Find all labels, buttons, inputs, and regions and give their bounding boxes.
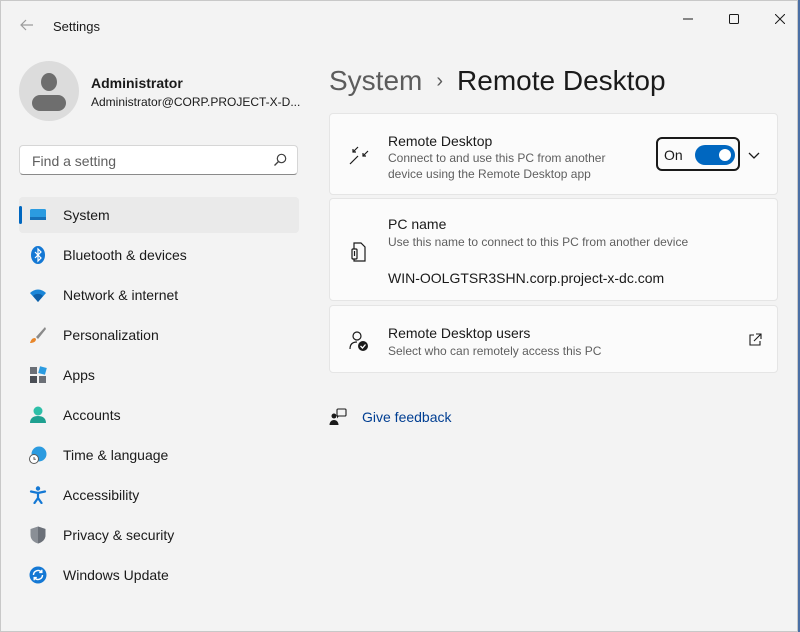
toggle-state-label: On <box>664 147 683 163</box>
window-title: Settings <box>53 19 100 34</box>
remote-desktop-toggle[interactable]: On <box>656 137 740 171</box>
pc-name-icon <box>351 242 366 262</box>
close-button[interactable] <box>757 7 797 31</box>
search-icon[interactable] <box>273 153 287 172</box>
sidebar-item-accessibility[interactable]: Accessibility <box>19 477 299 513</box>
brush-icon <box>30 327 46 343</box>
minimize-icon <box>683 18 693 20</box>
globe-clock-icon <box>29 446 47 464</box>
feedback-icon <box>329 408 347 425</box>
sidebar-item-apps[interactable]: Apps <box>19 357 299 393</box>
sidebar-item-label: Network & internet <box>63 287 179 303</box>
sidebar-item-system[interactable]: System <box>19 197 299 233</box>
remote-desktop-card[interactable]: Remote Desktop Connect to and use this P… <box>329 113 778 195</box>
external-link-icon[interactable] <box>748 333 762 352</box>
search-input[interactable] <box>30 151 264 171</box>
avatar <box>19 61 79 121</box>
apps-icon <box>30 366 47 383</box>
sidebar-item-privacy-security[interactable]: Privacy & security <box>19 517 299 553</box>
system-icon <box>30 209 46 220</box>
page-title: Remote Desktop <box>457 65 666 96</box>
sidebar-item-label: Accessibility <box>63 487 140 503</box>
remote-desktop-users-title: Remote Desktop users <box>388 325 531 341</box>
shield-icon <box>30 526 46 544</box>
maximize-icon <box>729 14 739 24</box>
sidebar-item-network[interactable]: Network & internet <box>19 277 299 313</box>
sidebar-item-windows-update[interactable]: Windows Update <box>19 557 299 593</box>
user-name: Administrator <box>91 75 183 91</box>
sidebar-item-label: Accounts <box>63 407 121 423</box>
sidebar-item-label: Bluetooth & devices <box>63 247 187 263</box>
remote-desktop-icon <box>349 146 369 165</box>
bluetooth-icon <box>31 246 45 264</box>
remote-desktop-description-line1: Connect to and use this PC from another <box>388 151 606 165</box>
title-bar: Settings <box>1 1 797 49</box>
pc-name-value: WIN-OOLGTSR3SHN.corp.project-x-dc.com <box>388 270 665 286</box>
user-email: Administrator@CORP.PROJECT-X-D... <box>91 95 301 109</box>
wifi-icon <box>30 289 46 302</box>
give-feedback-label: Give feedback <box>362 409 452 425</box>
sidebar-item-label: Apps <box>63 367 95 383</box>
sidebar-item-bluetooth[interactable]: Bluetooth & devices <box>19 237 299 273</box>
sidebar-item-label: Personalization <box>63 327 159 343</box>
search-box <box>19 145 298 175</box>
update-icon <box>29 566 47 584</box>
sidebar-nav: System Bluetooth & devices Network & int… <box>19 197 299 597</box>
remote-desktop-description-line2: device using the Remote Desktop app <box>388 167 591 181</box>
active-indicator <box>19 206 22 224</box>
remote-desktop-users-description: Select who can remotely access this PC <box>388 344 602 358</box>
toggle-knob <box>719 149 731 161</box>
maximize-button[interactable] <box>711 7 757 31</box>
back-button[interactable] <box>17 15 37 35</box>
pc-name-title: PC name <box>388 216 447 232</box>
toggle-switch[interactable] <box>695 145 735 165</box>
sidebar-item-accounts[interactable]: Accounts <box>19 397 299 433</box>
back-arrow-icon <box>20 19 33 31</box>
chevron-down-icon[interactable] <box>748 147 760 165</box>
sidebar-item-personalization[interactable]: Personalization <box>19 317 299 353</box>
remote-desktop-title: Remote Desktop <box>388 133 493 149</box>
user-check-icon <box>349 331 368 351</box>
sidebar-item-time-language[interactable]: Time & language <box>19 437 299 473</box>
minimize-button[interactable] <box>665 7 711 31</box>
breadcrumb: System › Remote Desktop <box>329 61 666 101</box>
accessibility-icon <box>29 486 47 504</box>
pc-name-description: Use this name to connect to this PC from… <box>388 235 689 249</box>
remote-desktop-users-card[interactable]: Remote Desktop users Select who can remo… <box>329 305 778 373</box>
sidebar-item-label: System <box>63 207 110 223</box>
sidebar-item-label: Privacy & security <box>63 527 175 543</box>
breadcrumb-separator: › <box>436 69 444 92</box>
pc-name-card: PC name Use this name to connect to this… <box>329 198 778 301</box>
sidebar-item-label: Time & language <box>63 447 169 463</box>
person-icon <box>30 406 46 423</box>
breadcrumb-parent[interactable]: System <box>329 65 422 97</box>
settings-window: Settings Administrator Administrator@COR… <box>0 0 798 632</box>
close-icon <box>775 14 785 24</box>
sidebar-item-label: Windows Update <box>63 567 169 583</box>
